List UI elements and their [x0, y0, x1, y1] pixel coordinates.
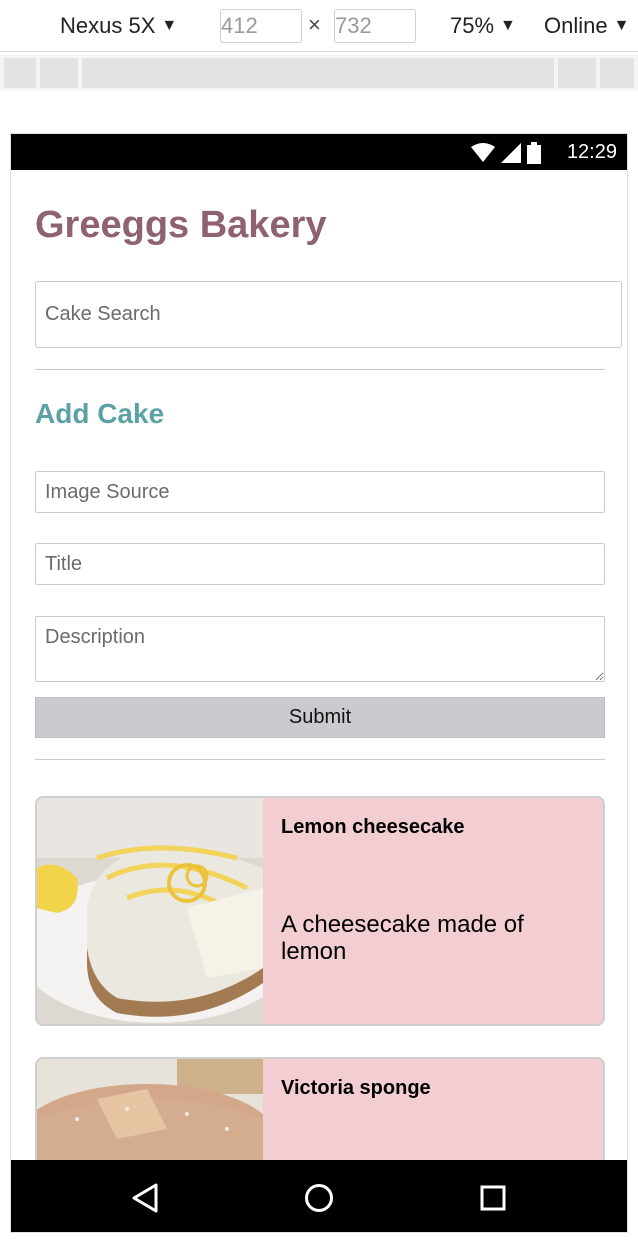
- device-frame: 12:29 Greeggs Bakery Add Cake Submit: [10, 133, 628, 1233]
- width-input[interactable]: [220, 9, 302, 43]
- cake-image: [37, 798, 263, 1024]
- device-label: Nexus 5X: [60, 13, 156, 38]
- times-icon: ×: [308, 12, 321, 37]
- signal-icon: [501, 143, 521, 163]
- back-button[interactable]: [125, 1178, 165, 1218]
- ruler-segment[interactable]: [40, 58, 78, 88]
- zoom-select[interactable]: 75% ▼: [450, 0, 516, 52]
- ruler-segment[interactable]: [4, 58, 36, 88]
- cake-card[interactable]: Victoria sponge: [35, 1057, 605, 1160]
- zoom-label: 75%: [450, 13, 495, 38]
- devtools-toolbar: Nexus 5X ▼ × 75% ▼ Online ▼: [0, 0, 638, 52]
- caret-down-icon: ▼: [500, 17, 516, 34]
- ruler-segment[interactable]: [82, 58, 554, 88]
- add-cake-heading: Add Cake: [35, 398, 165, 429]
- divider: [35, 759, 605, 760]
- android-nav-bar: [11, 1160, 627, 1232]
- page-title: Greeggs Bakery: [35, 204, 327, 246]
- height-input[interactable]: [334, 9, 416, 43]
- divider: [35, 369, 605, 370]
- ruler-segment[interactable]: [558, 58, 596, 88]
- network-label: Online: [544, 13, 608, 38]
- description-textarea[interactable]: [35, 616, 605, 682]
- cake-title: Lemon cheesecake: [281, 816, 465, 838]
- home-circle-icon: [305, 1184, 333, 1212]
- home-button[interactable]: [299, 1178, 339, 1218]
- recents-button[interactable]: [473, 1178, 513, 1218]
- submit-button[interactable]: Submit: [35, 697, 605, 738]
- network-select[interactable]: Online ▼: [544, 0, 629, 52]
- cake-description: A cheesecake made of lemon: [281, 911, 524, 965]
- page-content: Greeggs Bakery Add Cake Submit: [11, 170, 627, 1160]
- cake-card[interactable]: Lemon cheesecake A cheesecake made of le…: [35, 796, 605, 1026]
- wifi-icon: [471, 143, 495, 162]
- cake-title: Victoria sponge: [281, 1077, 431, 1099]
- battery-icon: [527, 142, 541, 164]
- android-status-bar: 12:29: [11, 134, 627, 170]
- recents-square-icon: [480, 1185, 506, 1211]
- cake-image: [37, 1059, 263, 1160]
- caret-down-icon: ▼: [613, 17, 630, 34]
- title-input[interactable]: [35, 543, 605, 585]
- media-query-ruler: [0, 55, 638, 91]
- device-select[interactable]: Nexus 5X ▼: [60, 0, 177, 52]
- ruler-segment[interactable]: [600, 58, 634, 88]
- image-source-input[interactable]: [35, 471, 605, 513]
- status-time: 12:29: [566, 141, 617, 163]
- back-triangle-icon: [132, 1183, 158, 1213]
- cake-search-input[interactable]: [35, 281, 622, 348]
- caret-down-icon: ▼: [161, 17, 178, 34]
